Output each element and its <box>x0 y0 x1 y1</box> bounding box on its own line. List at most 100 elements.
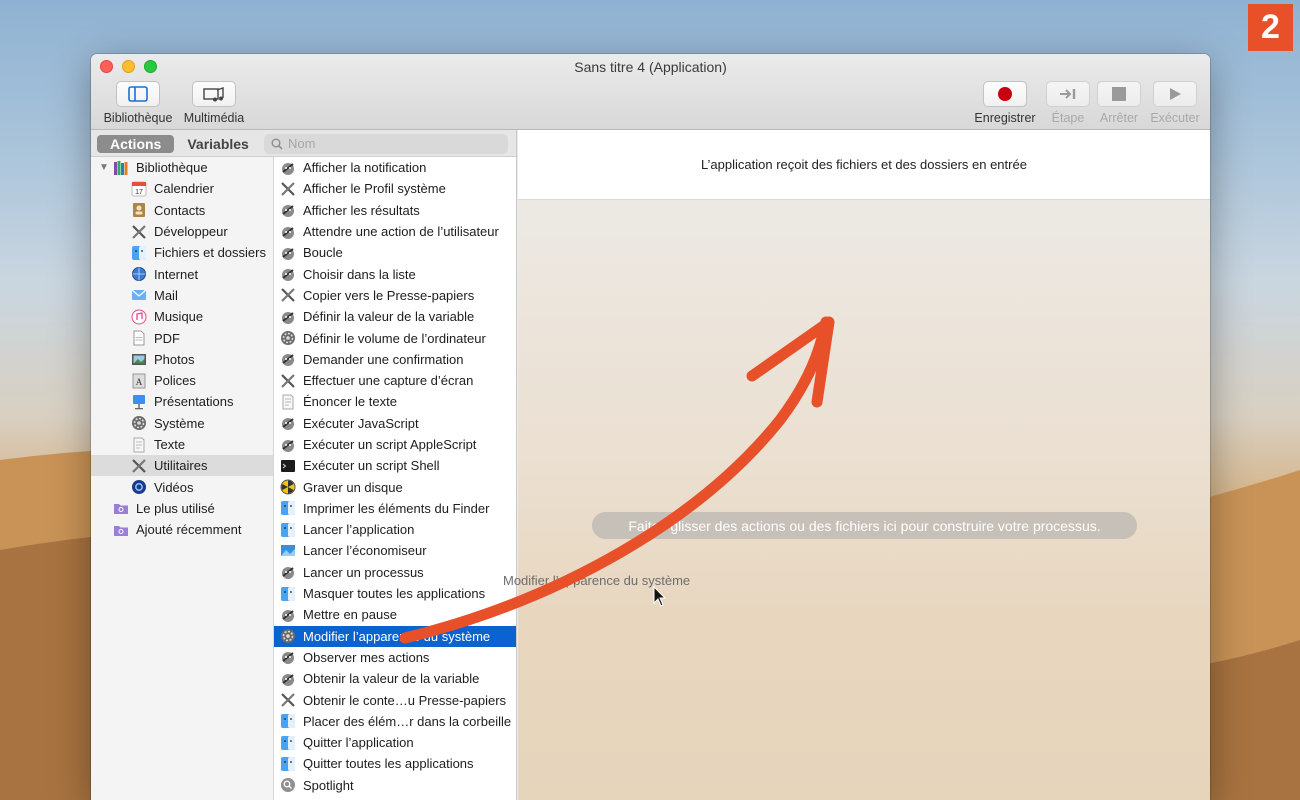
category-label: Mail <box>154 287 178 303</box>
tools-icon <box>280 181 296 197</box>
finder-icon <box>280 586 296 602</box>
action-item[interactable]: Observer mes actions <box>274 647 516 668</box>
category-label: Internet <box>154 266 199 282</box>
action-item[interactable]: Obtenir le conte…u Presse-papiers <box>274 689 516 710</box>
action-label: Modifier l’apparence du système <box>303 628 491 644</box>
category-item[interactable]: Contacts <box>91 200 273 221</box>
action-label: Mettre en pause <box>303 607 397 623</box>
tools-icon <box>131 224 147 240</box>
category-item[interactable]: Internet <box>91 263 273 284</box>
category-list: ▼ Bibliothèque 17 Calendrier Contacts Dévelop… <box>91 157 274 800</box>
action-item[interactable]: Définir le volume de l’ordinateur <box>274 327 516 348</box>
action-label: Obtenir la valeur de la variable <box>303 671 480 687</box>
svg-text:17: 17 <box>135 189 143 196</box>
action-item[interactable]: Masquer toutes les applications <box>274 583 516 604</box>
action-item[interactable]: Afficher la notification <box>274 157 516 178</box>
category-item[interactable]: Le plus utilisé <box>91 498 273 519</box>
action-label: Énoncer le texte <box>303 394 397 410</box>
action-item[interactable]: Quitter toutes les applications <box>274 753 516 774</box>
text-icon <box>280 394 296 410</box>
action-item[interactable]: Afficher le Profil système <box>274 178 516 199</box>
category-item[interactable]: Présentations <box>91 391 273 412</box>
category-item[interactable]: A Polices <box>91 370 273 391</box>
music-icon <box>131 309 147 325</box>
search-input[interactable]: Nom <box>264 134 508 154</box>
category-label: Le plus utilisé <box>136 500 215 516</box>
action-item[interactable]: Afficher les résultats <box>274 200 516 221</box>
category-item[interactable]: PDF <box>91 327 273 348</box>
step-button[interactable]: Étape <box>1046 81 1090 125</box>
action-item[interactable]: Modifier l’apparence du système <box>274 625 516 647</box>
finder-icon <box>280 735 296 751</box>
finder-icon <box>280 713 296 729</box>
category-item[interactable]: Musique <box>91 306 273 327</box>
action-item[interactable]: Exécuter un script AppleScript <box>274 434 516 455</box>
category-label: Musique <box>154 309 204 325</box>
media-toolbar-button[interactable]: Multimédia <box>179 81 249 125</box>
record-button[interactable]: Enregistrer <box>969 81 1041 125</box>
workflow-area[interactable]: L’application reçoit des fichiers et des… <box>518 130 1210 800</box>
action-item[interactable]: Quitter l’application <box>274 732 516 753</box>
action-item[interactable]: Définir la valeur de la variable <box>274 306 516 327</box>
automator-icon <box>280 202 296 218</box>
automator-icon <box>280 160 296 176</box>
action-item[interactable]: Exécuter JavaScript <box>274 413 516 434</box>
tools-icon <box>280 373 296 389</box>
action-item[interactable]: Effectuer une capture d’écran <box>274 370 516 391</box>
action-item[interactable]: Lancer l’économiseur <box>274 540 516 561</box>
search-icon <box>280 777 296 793</box>
action-item[interactable]: Spotlight <box>274 775 516 796</box>
category-item[interactable]: ▼ Bibliothèque <box>91 157 273 178</box>
action-item[interactable]: Lancer l’application <box>274 519 516 540</box>
category-label: Présentations <box>154 394 234 410</box>
action-item[interactable]: Imprimer les éléments du Finder <box>274 498 516 519</box>
action-item[interactable]: Mettre en pause <box>274 604 516 625</box>
disclosure-triangle-icon[interactable]: ▼ <box>99 162 109 173</box>
action-item[interactable]: Boucle <box>274 242 516 263</box>
action-item[interactable]: Graver un disque <box>274 476 516 497</box>
automator-icon <box>280 309 296 325</box>
category-item[interactable]: 17 Calendrier <box>91 178 273 199</box>
workflow-canvas[interactable] <box>518 200 1210 800</box>
category-item[interactable]: Développeur <box>91 221 273 242</box>
burn-icon <box>280 479 296 495</box>
action-item[interactable]: Exécuter un script Shell <box>274 455 516 476</box>
run-button[interactable]: Exécuter <box>1147 81 1203 125</box>
category-item[interactable]: Ajouté récemment <box>91 519 273 540</box>
action-label: Boucle <box>303 245 343 261</box>
stop-button[interactable]: Arrêter <box>1097 81 1141 125</box>
action-item[interactable]: Copier vers le Presse-papiers <box>274 285 516 306</box>
action-item[interactable]: Demander une confirmation <box>274 349 516 370</box>
action-item[interactable]: Attendre une action de l’utilisateur <box>274 221 516 242</box>
category-item[interactable]: Système <box>91 413 273 434</box>
category-item[interactable]: Vidéos <box>91 476 273 497</box>
action-item[interactable]: Obtenir la valeur de la variable <box>274 668 516 689</box>
category-label: Contacts <box>154 202 206 218</box>
category-item[interactable]: Mail <box>91 285 273 306</box>
action-item[interactable]: Choisir dans la liste <box>274 263 516 284</box>
category-item[interactable]: Photos <box>91 349 273 370</box>
tools-icon <box>131 458 147 474</box>
action-item[interactable]: Lancer un processus <box>274 562 516 583</box>
library-segmented-control: Actions Variables <box>97 135 262 153</box>
automator-icon <box>280 245 296 261</box>
library-toolbar-button[interactable]: Bibliothèque <box>100 81 176 125</box>
gear-icon <box>280 628 296 644</box>
library-icon <box>116 81 160 107</box>
category-item[interactable]: Utilitaires <box>91 455 273 477</box>
tab-actions[interactable]: Actions <box>97 135 175 153</box>
action-label: Placer des élém…r dans la corbeille <box>303 713 512 729</box>
svg-text:A: A <box>136 377 143 387</box>
category-item[interactable]: Texte <box>91 434 273 455</box>
automator-icon <box>280 564 296 580</box>
finder-icon <box>280 756 296 772</box>
terminal-icon <box>280 458 296 474</box>
action-item[interactable]: Énoncer le texte <box>274 391 516 412</box>
fonts-icon: A <box>131 373 147 389</box>
tab-variables[interactable]: Variables <box>174 135 262 153</box>
action-label: Quitter toutes les applications <box>303 756 474 772</box>
video-icon <box>131 479 147 495</box>
action-item[interactable]: Placer des élém…r dans la corbeille <box>274 711 516 732</box>
category-item[interactable]: Fichiers et dossiers <box>91 242 273 263</box>
category-label: Système <box>154 415 205 431</box>
